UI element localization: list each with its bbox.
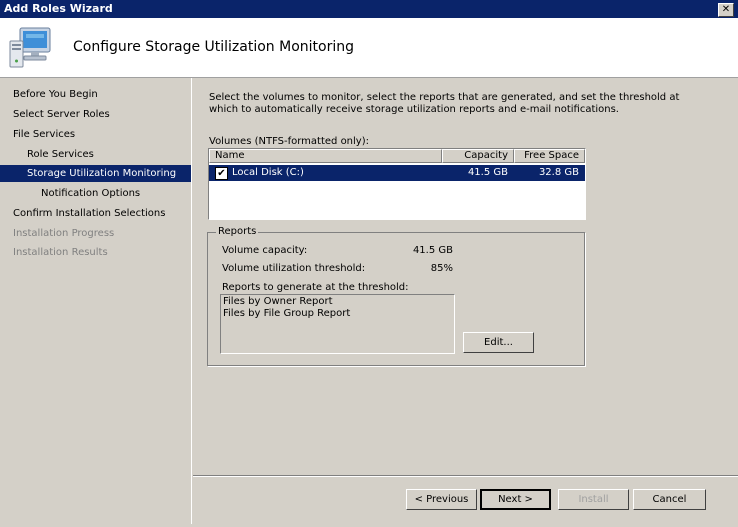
sidebar-item-select-server-roles[interactable]: Select Server Roles — [0, 106, 204, 123]
volume-capacity-label: Volume capacity: — [222, 245, 308, 256]
sidebar-item-confirm-installation[interactable]: Confirm Installation Selections — [0, 205, 204, 222]
wizard-content: Select the volumes to monitor, select th… — [193, 78, 738, 524]
reports-group-label: Reports — [216, 226, 259, 237]
column-header-name[interactable]: Name — [209, 149, 442, 163]
page-title: Configure Storage Utilization Monitoring — [73, 39, 354, 55]
threshold-label: Volume utilization threshold: — [222, 263, 366, 274]
sidebar-item-file-services[interactable]: File Services — [0, 126, 204, 143]
volume-capacity: 41.5 GB — [467, 167, 508, 178]
volume-name: Local Disk (C:) — [232, 167, 304, 178]
wizard-window: Add Roles Wizard ✕ Configure Storage Uti… — [0, 0, 738, 527]
title-bar: Add Roles Wizard ✕ — [0, 0, 738, 18]
column-header-free-space[interactable]: Free Space — [514, 149, 585, 163]
sidebar-item-installation-progress: Installation Progress — [13, 228, 115, 239]
window-title: Add Roles Wizard — [4, 2, 113, 15]
volumes-list[interactable]: Name Capacity Free Space ✔ Local Disk (C… — [208, 148, 586, 220]
sidebar-item-role-services[interactable]: Role Services — [0, 146, 218, 163]
column-header-capacity[interactable]: Capacity — [442, 149, 514, 163]
close-button[interactable]: ✕ — [718, 3, 734, 17]
reports-group: Reports Volume capacity: 41.5 GB Volume … — [207, 226, 585, 366]
volume-free-space: 32.8 GB — [538, 167, 579, 178]
reports-list-label: Reports to generate at the threshold: — [222, 282, 409, 293]
volume-capacity-value: 41.5 GB — [412, 245, 453, 256]
intro-text: Select the volumes to monitor, select th… — [209, 92, 680, 115]
sidebar-item-before-you-begin[interactable]: Before You Begin — [0, 86, 204, 103]
edit-button[interactable]: Edit... — [463, 332, 534, 353]
wizard-nav: Before You Begin Select Server Roles Fil… — [0, 78, 192, 524]
threshold-value: 85% — [430, 263, 453, 274]
volume-checkbox[interactable]: ✔ — [215, 167, 228, 180]
volumes-label: Volumes (NTFS-formatted only): — [209, 136, 369, 147]
wizard-header: Configure Storage Utilization Monitoring — [0, 18, 738, 78]
install-button: Install — [558, 489, 629, 510]
sidebar-item-storage-utilization-monitoring[interactable]: Storage Utilization Monitoring — [0, 165, 191, 182]
sidebar-item-installation-results: Installation Results — [13, 247, 108, 258]
server-computer-icon — [9, 27, 51, 68]
next-button[interactable]: Next > — [480, 489, 551, 510]
reports-list[interactable]: Files by Owner Report Files by File Grou… — [220, 294, 455, 354]
cancel-button[interactable]: Cancel — [633, 489, 706, 510]
previous-button[interactable]: < Previous — [406, 489, 477, 510]
button-separator — [193, 475, 738, 477]
report-item: Files by File Group Report — [223, 308, 351, 319]
volume-row[interactable]: ✔ Local Disk (C:) 41.5 GB 32.8 GB — [209, 165, 585, 181]
report-item: Files by Owner Report — [223, 296, 333, 307]
